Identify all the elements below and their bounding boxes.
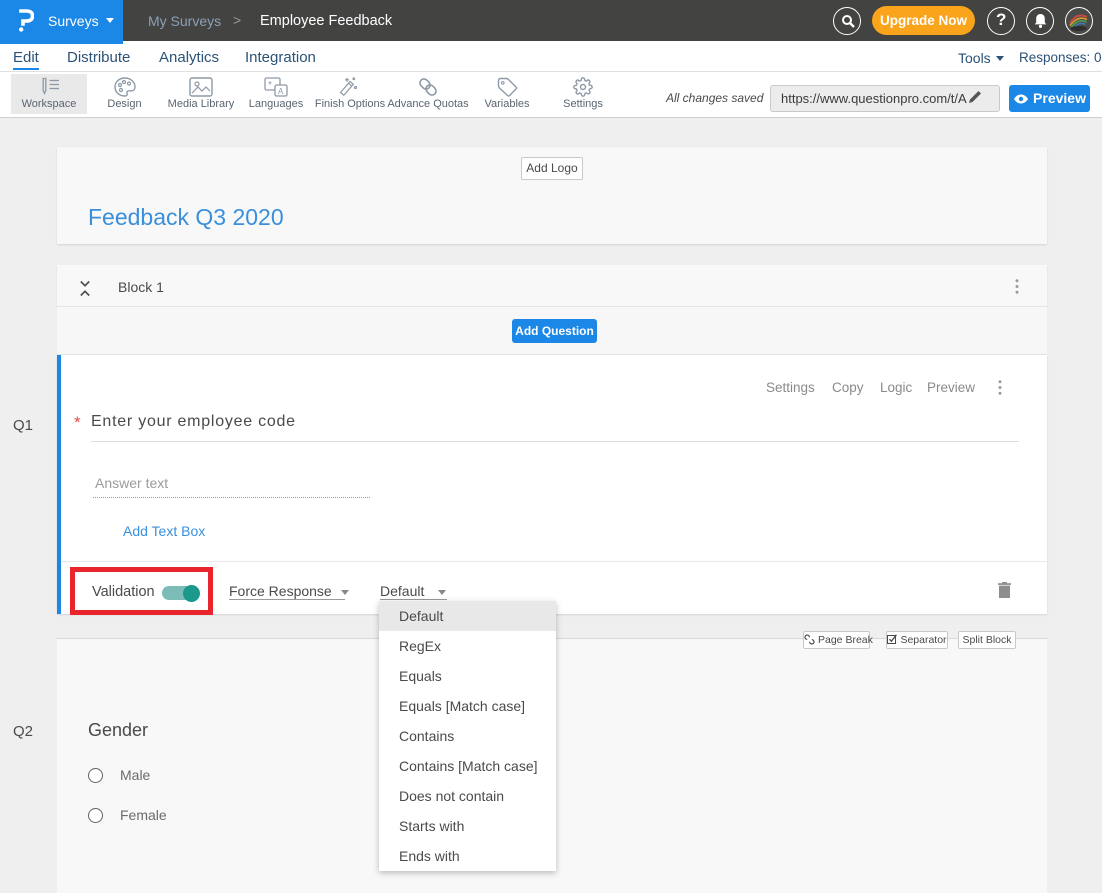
svg-text:A: A bbox=[278, 87, 284, 96]
svg-text:*: * bbox=[268, 80, 272, 91]
